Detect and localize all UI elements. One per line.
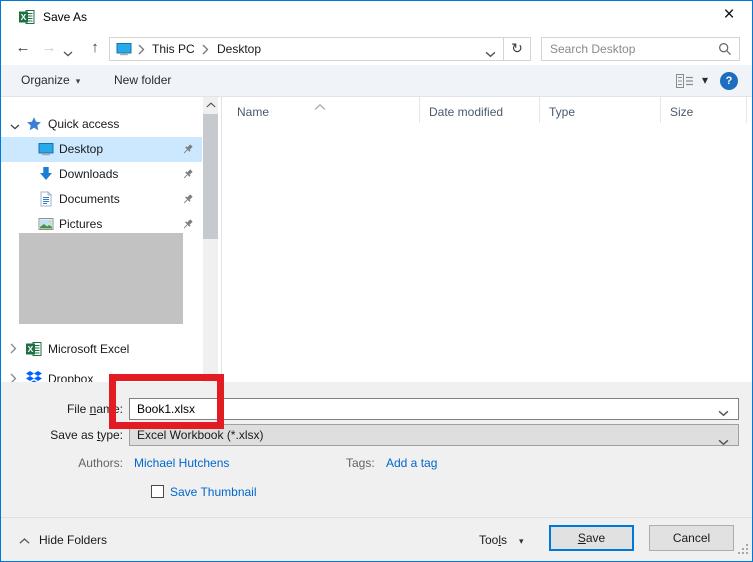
column-header-type[interactable]: Type — [540, 97, 661, 123]
sidebar-item-documents[interactable]: Documents — [1, 187, 202, 212]
chevron-down-icon: ▾ — [76, 76, 81, 86]
save-as-dialog: X Save As × ← → ↑ This PC — [0, 0, 753, 562]
navigation-bar: ← → ↑ This PC Desktop — [1, 33, 752, 65]
sidebar-scrollbar[interactable] — [203, 97, 218, 382]
chevron-down-icon: ▾ — [519, 536, 524, 546]
sidebar-item-label: Desktop — [59, 137, 103, 162]
download-icon — [38, 166, 54, 182]
authors-value[interactable]: Michael Hutchens — [134, 453, 229, 473]
sidebar-item-desktop[interactable]: Desktop — [1, 137, 202, 162]
help-button[interactable]: ? — [720, 72, 738, 90]
sidebar-item-dropbox[interactable]: Dropbox — [1, 367, 202, 382]
history-chevron-icon[interactable] — [63, 46, 73, 60]
search-box — [541, 37, 740, 61]
sidebar-item-label: Dropbox — [48, 367, 93, 382]
svg-text:X: X — [21, 12, 27, 22]
quick-access-star-icon — [26, 116, 42, 132]
chevron-up-icon — [19, 538, 30, 544]
save-as-type-value: Excel Workbook (*.xlsx) — [137, 425, 263, 445]
new-folder-button[interactable]: New folder — [114, 65, 171, 96]
save-thumbnail-label: Save Thumbnail — [170, 482, 257, 502]
save-form-panel: File name: Save as type: Excel Workbook … — [1, 382, 752, 517]
breadcrumb-separator-icon — [202, 44, 209, 58]
pictures-icon — [38, 216, 54, 232]
pin-icon — [181, 143, 194, 156]
forward-icon[interactable]: → — [37, 33, 61, 65]
title-bar: X Save As × — [1, 1, 752, 33]
file-name-label: File name: — [1, 398, 123, 420]
address-dropdown-icon[interactable] — [485, 47, 496, 61]
scroll-up-icon[interactable] — [203, 97, 218, 114]
close-icon[interactable]: × — [706, 1, 752, 31]
address-bar[interactable]: This PC Desktop ↻ — [109, 37, 531, 61]
up-icon[interactable]: ↑ — [83, 33, 107, 65]
refresh-icon[interactable]: ↻ — [503, 38, 530, 60]
details-view-icon[interactable] — [676, 74, 694, 91]
command-toolbar: Organize▾ New folder ▾ ? — [1, 65, 752, 97]
breadcrumb-this-pc[interactable]: This PC — [152, 38, 195, 60]
column-header-date-modified[interactable]: Date modified — [420, 97, 540, 123]
window-title: Save As — [43, 1, 87, 33]
thumbnail-placeholder — [19, 233, 183, 324]
chevron-down-icon — [718, 432, 729, 452]
excel-app-icon: X — [19, 9, 35, 25]
svg-text:X: X — [28, 344, 34, 354]
desktop-icon — [116, 41, 132, 57]
document-icon — [38, 191, 54, 207]
save-button[interactable]: Save — [549, 525, 634, 551]
sidebar-item-microsoft-excel[interactable]: X Microsoft Excel — [1, 337, 202, 362]
dialog-footer: Hide Folders Tools▾ Save Cancel — [1, 517, 752, 561]
tags-label: Tags: — [346, 453, 375, 473]
excel-icon: X — [26, 341, 42, 357]
content-area: Name Date modified Type Size Quick acces… — [1, 97, 752, 382]
back-icon[interactable]: ← — [11, 33, 35, 65]
pin-icon — [181, 218, 194, 231]
dropbox-icon — [26, 371, 42, 382]
tools-menu-button[interactable]: Tools▾ — [479, 529, 524, 551]
file-name-combobox — [129, 398, 739, 420]
save-thumbnail-checkbox[interactable] — [151, 485, 164, 498]
chevron-right-icon[interactable] — [10, 373, 17, 382]
pin-icon — [181, 193, 194, 206]
chevron-down-icon[interactable] — [10, 119, 20, 133]
breadcrumb-desktop[interactable]: Desktop — [217, 38, 261, 60]
breadcrumb-separator-icon — [138, 44, 145, 58]
file-name-input[interactable] — [137, 400, 707, 418]
scrollbar-thumb[interactable] — [203, 114, 218, 239]
pin-icon — [181, 168, 194, 181]
navigation-sidebar: Quick access Desktop — [1, 97, 202, 382]
sidebar-item-label: Downloads — [59, 162, 118, 187]
chevron-right-icon[interactable] — [10, 343, 17, 357]
sidebar-item-label: Microsoft Excel — [48, 337, 129, 362]
hide-folders-button[interactable]: Hide Folders — [19, 529, 107, 551]
resize-grip[interactable] — [738, 544, 749, 558]
chevron-down-icon[interactable] — [718, 406, 729, 420]
view-dropdown-icon[interactable]: ▾ — [702, 65, 708, 96]
sidebar-item-downloads[interactable]: Downloads — [1, 162, 202, 187]
search-icon[interactable] — [718, 42, 732, 56]
desktop-icon — [38, 141, 54, 157]
column-header-size[interactable]: Size — [661, 97, 747, 123]
sidebar-item-label: Documents — [59, 187, 120, 212]
cancel-button[interactable]: Cancel — [649, 525, 734, 551]
file-list-pane: Name Date modified Type Size — [221, 97, 752, 382]
organize-menu-button[interactable]: Organize▾ — [21, 65, 80, 96]
sidebar-item-quick-access[interactable]: Quick access — [1, 112, 202, 137]
search-input[interactable] — [550, 39, 710, 59]
save-as-type-select[interactable]: Excel Workbook (*.xlsx) — [129, 424, 739, 446]
sidebar-item-label: Quick access — [48, 112, 119, 137]
column-header-name[interactable]: Name — [223, 97, 420, 123]
add-a-tag-link[interactable]: Add a tag — [386, 453, 437, 473]
save-as-type-label: Save as type: — [1, 424, 123, 446]
authors-label: Authors: — [1, 453, 123, 473]
